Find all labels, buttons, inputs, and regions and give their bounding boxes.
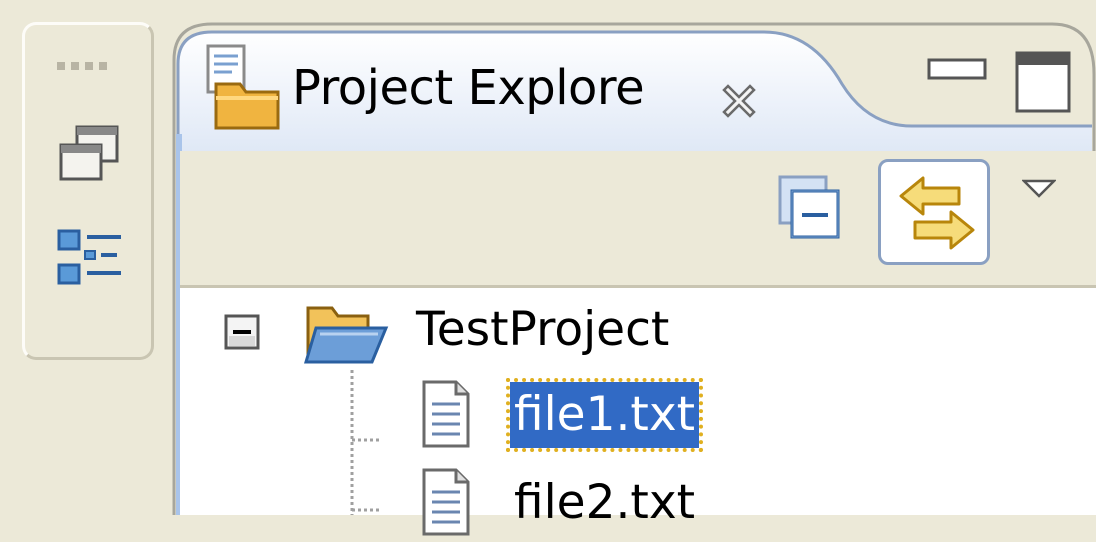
restore-button[interactable] — [55, 121, 125, 185]
tree-item-file[interactable]: file1.txt — [180, 378, 1096, 452]
view-title[interactable]: Project Explore — [292, 60, 645, 116]
project-explorer-icon — [202, 42, 282, 132]
project-tree: TestProject file1.txt file2.txt — [180, 288, 1096, 536]
collapse-all-icon — [778, 175, 840, 239]
link-with-editor-button[interactable] — [878, 159, 990, 265]
trim-drag-handle[interactable] — [57, 55, 119, 70]
tree-item-file[interactable]: file2.txt — [180, 466, 1096, 536]
chevron-down-icon — [1020, 179, 1058, 198]
minimize-icon — [927, 58, 987, 80]
text-file-icon — [420, 378, 472, 450]
maximize-icon — [1015, 51, 1071, 113]
trim-stack — [22, 22, 154, 360]
view-toolbar — [180, 151, 1096, 288]
outline-view-button[interactable] — [55, 223, 125, 287]
text-file-icon — [420, 466, 472, 538]
outline-view-icon — [57, 229, 121, 285]
collapse-toggle[interactable] — [224, 314, 260, 350]
file-label: file1.txt — [505, 378, 704, 452]
tree-item-project[interactable]: TestProject — [180, 288, 1096, 364]
close-button[interactable] — [720, 82, 758, 120]
collapse-all-button[interactable] — [776, 173, 842, 243]
open-folder-icon — [302, 298, 390, 370]
view-menu-button[interactable] — [1020, 179, 1058, 199]
link-with-editor-icon — [899, 176, 975, 250]
minus-icon — [224, 314, 260, 350]
close-icon — [722, 84, 756, 118]
restore-icon — [59, 125, 119, 181]
minimize-button[interactable] — [926, 54, 988, 84]
project-explorer-view: Project Explore TestProject file1.txt fi… — [172, 14, 1096, 536]
project-label: TestProject — [416, 302, 670, 357]
maximize-button[interactable] — [1014, 50, 1072, 114]
file-label: file2.txt — [514, 475, 696, 530]
